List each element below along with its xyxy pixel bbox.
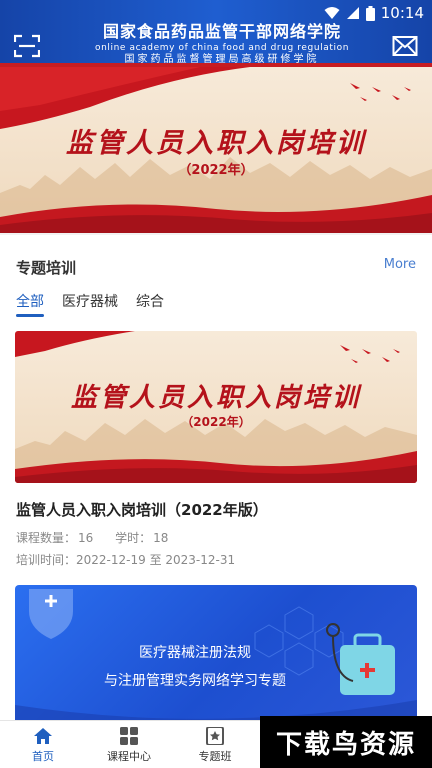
course-date: 培训时间：2022-12-19 至 2023-12-31 [16, 551, 235, 568]
course-card-banner[interactable]: 监管人员入职入岗培训 （2022年） [15, 331, 417, 483]
status-time: 10:14 [380, 4, 424, 22]
card-line-1: 医疗器械注册法规 [139, 645, 251, 661]
course-hours: 18 [153, 531, 169, 545]
banner-year: （2022年） [178, 163, 254, 178]
home-icon [34, 727, 52, 744]
top-banner[interactable]: 监管人员入职入岗培训 （2022年） [0, 67, 432, 233]
category-tabs: 全部 医疗器械 综合 [16, 291, 164, 317]
course-hours-label: 学时： [115, 531, 152, 545]
signal-icon [346, 7, 359, 19]
course-count: 16 [78, 531, 94, 545]
course-title[interactable]: 监管人员入职入岗培训（2022年版） [16, 499, 268, 520]
status-bar: 10:14 [324, 3, 424, 23]
course-banner-title: 监管人员入职入岗培训 [70, 383, 361, 413]
mail-icon[interactable] [392, 34, 418, 58]
nav-home[interactable]: 首页 [0, 721, 86, 768]
battery-icon [365, 5, 375, 21]
tab-medical-devices[interactable]: 医疗器械 [62, 291, 118, 317]
course-date-range: 2022-12-19 至 2023-12-31 [76, 553, 236, 567]
course-count-label: 课程数量： [16, 531, 77, 545]
nav-course-center-label: 课程中心 [107, 749, 151, 763]
nav-special-class[interactable]: 专题班 [172, 721, 258, 768]
header-subtitle: 国家药品监督管理局高级研修学院 [124, 54, 320, 65]
nav-course-center[interactable]: 课程中心 [86, 721, 172, 768]
app-header: 10:14 国家食品药品监管干部网络学院 online academy of c… [0, 0, 432, 67]
section-title: 专题培训 [16, 259, 77, 277]
course-banner-year: （2022年） [181, 415, 251, 429]
tab-general[interactable]: 综合 [136, 291, 164, 317]
course-date-label: 培训时间： [16, 553, 77, 567]
nav-special-class-label: 专题班 [198, 749, 232, 763]
star-book-icon [206, 726, 224, 745]
wifi-icon [324, 7, 340, 19]
grid-icon [120, 726, 138, 745]
scan-icon[interactable] [14, 34, 40, 58]
banner-title: 监管人员入职入岗培训 [66, 128, 366, 159]
course-meta: 课程数量： 16 学时： 18 [16, 529, 170, 546]
card-line-2: 与注册管理实务网络学习专题 [104, 673, 286, 689]
watermark: 下载鸟资源 [260, 716, 432, 768]
course-card-medical-device[interactable]: 医疗器械注册法规 与注册管理实务网络学习专题 [15, 585, 417, 725]
header-title: 国家食品药品监管干部网络学院 [102, 22, 341, 41]
more-link[interactable]: More [384, 257, 416, 272]
header-title-block: 国家食品药品监管干部网络学院 online academy of china f… [72, 22, 372, 66]
tab-all[interactable]: 全部 [16, 291, 44, 317]
nav-home-label: 首页 [32, 749, 54, 763]
header-title-english: online academy of china food and drug re… [94, 43, 349, 53]
